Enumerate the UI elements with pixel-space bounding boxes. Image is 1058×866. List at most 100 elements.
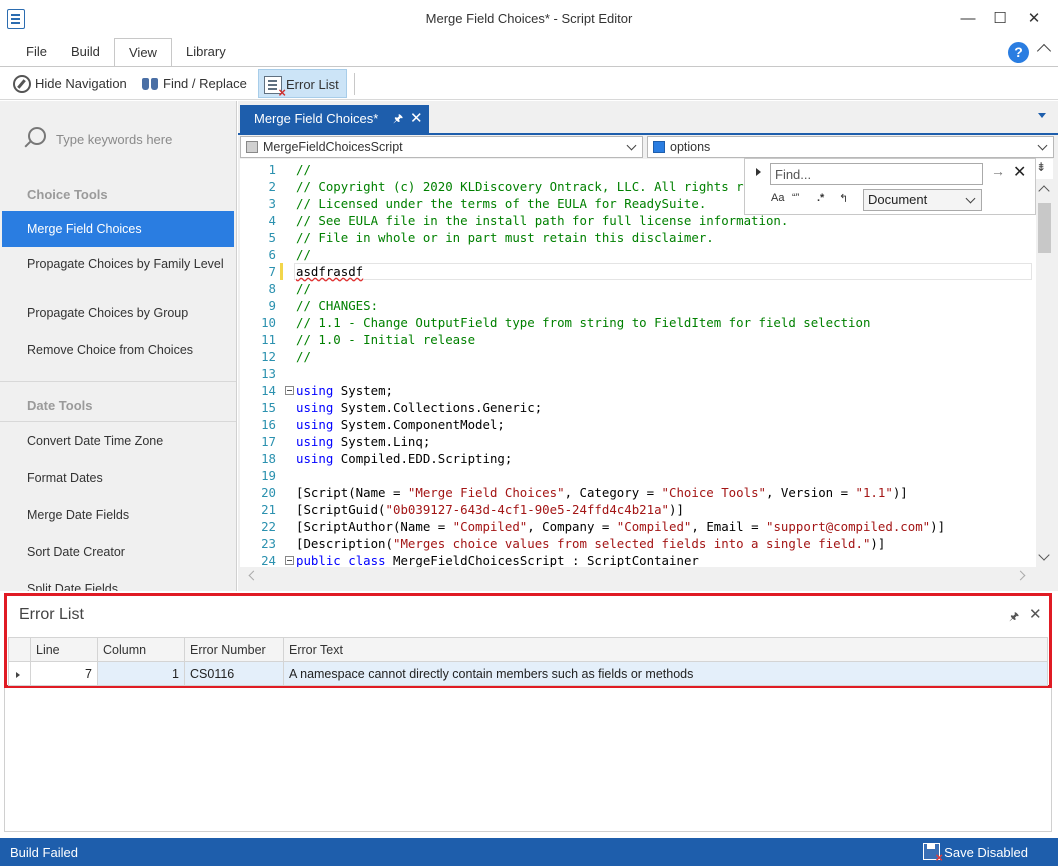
row-pointer-icon <box>16 671 20 678</box>
error-column-cell[interactable]: 1 <box>97 661 185 686</box>
menu-tab-file[interactable]: File <box>12 38 61 66</box>
sidebar-item-sort-date-creator[interactable]: Sort Date Creator <box>2 544 234 568</box>
title-bar: Merge Field Choices* - Script Editor — ☐… <box>0 0 1058 38</box>
find-replace-button[interactable]: Find / Replace <box>136 69 254 98</box>
code-text: using System.Collections.Generic; <box>296 399 542 416</box>
sidebar-item-remove-choice[interactable]: Remove Choice from Choices <box>2 342 234 366</box>
code-line[interactable]: 12 // <box>240 348 1030 365</box>
sidebar-item-merge-field-choices[interactable]: Merge Field Choices <box>2 211 234 247</box>
maximize-button[interactable]: ☐ <box>990 9 1010 29</box>
column-header-error-number[interactable]: Error Number <box>184 637 284 662</box>
code-line[interactable]: 18 using Compiled.EDD.Scripting; <box>240 450 1030 467</box>
in-selection-toggle[interactable]: ↰ <box>839 192 848 205</box>
error-table-header: Line Column Error Number Error Text <box>8 637 1048 662</box>
code-text: // <box>296 161 311 178</box>
code-line[interactable]: 9 // CHANGES: <box>240 297 1030 314</box>
table-row[interactable]: 7 1 CS0116 A namespace cannot directly c… <box>8 661 1048 686</box>
code-line[interactable]: 6 // <box>240 246 1030 263</box>
sidebar-item-merge-date-fields[interactable]: Merge Date Fields <box>2 507 234 531</box>
collapse-region-icon[interactable] <box>285 556 294 565</box>
code-line[interactable]: 22 [ScriptAuthor(Name = "Compiled", Compa… <box>240 518 1030 535</box>
whole-word-toggle[interactable]: “” <box>792 192 799 204</box>
document-tab[interactable]: Merge Field Choices* 🖈 ✕ <box>240 105 429 133</box>
code-line[interactable]: 21 [ScriptGuid("0b039127-643d-4cf1-90e5-2… <box>240 501 1030 518</box>
code-token: // <box>296 247 311 262</box>
status-bar: Build Failed Save Disabled <box>0 838 1058 866</box>
document-list-dropdown-icon[interactable] <box>1038 113 1046 118</box>
collapse-region-icon[interactable] <box>285 386 294 395</box>
close-panel-icon[interactable]: ✕ <box>1029 605 1042 623</box>
code-line[interactable]: 13 <box>240 365 1030 382</box>
code-line[interactable]: 23 [Description("Merges choice values fro… <box>240 535 1030 552</box>
menu-tab-library[interactable]: Library <box>172 38 240 66</box>
column-header-error-text[interactable]: Error Text <box>283 637 1048 662</box>
scroll-up-icon[interactable] <box>1038 185 1050 197</box>
minimize-button[interactable]: — <box>958 9 978 29</box>
code-text: // See EULA file in the install path for… <box>296 212 788 229</box>
error-number-cell[interactable]: CS0116 <box>184 661 284 686</box>
code-token: // <box>296 281 311 296</box>
scroll-down-icon[interactable] <box>1038 549 1050 561</box>
match-case-toggle[interactable]: Aa <box>771 192 784 204</box>
error-text-cell[interactable]: A namespace cannot directly contain memb… <box>283 661 1048 686</box>
sidebar-item-convert-date-time-zone[interactable]: Convert Date Time Zone <box>2 433 234 457</box>
code-line[interactable]: 11 // 1.0 - Initial release <box>240 331 1030 348</box>
member-combo[interactable]: options <box>647 136 1054 158</box>
scroll-right-icon[interactable] <box>1015 570 1026 581</box>
code-line[interactable]: 16 using System.ComponentModel; <box>240 416 1030 433</box>
close-window-button[interactable]: ✕ <box>1024 9 1044 29</box>
find-scope-select[interactable]: Document <box>863 189 982 211</box>
code-line[interactable]: 15 using System.Collections.Generic; <box>240 399 1030 416</box>
code-line[interactable]: 10 // 1.1 - Change OutputField type from … <box>240 314 1030 331</box>
pin-icon[interactable]: 🖈 <box>1009 608 1019 627</box>
sidebar-item-split-date-fields[interactable]: Split Date Fields <box>2 581 234 591</box>
code-token: using <box>296 400 334 415</box>
build-status: Build Failed <box>10 845 78 860</box>
regex-toggle[interactable]: .* <box>817 192 824 204</box>
code-line[interactable]: 8 // <box>240 280 1030 297</box>
code-line[interactable]: 7 asdfrasdf <box>240 263 1030 280</box>
class-combo[interactable]: MergeFieldChoicesScript <box>240 136 643 158</box>
error-line-cell[interactable]: 7 <box>30 661 98 686</box>
code-token: // Licensed under the terms of the EULA … <box>296 196 707 211</box>
code-line[interactable]: 17 using System.Linq; <box>240 433 1030 450</box>
menu-tab-view[interactable]: View <box>114 38 172 67</box>
navigation-sidebar: Choice Tools Merge Field Choices Propaga… <box>0 101 237 591</box>
horizontal-scrollbar[interactable] <box>240 567 1034 584</box>
code-line[interactable]: 19 <box>240 467 1030 484</box>
line-number: 15 <box>261 400 276 415</box>
column-header-column[interactable]: Column <box>97 637 185 662</box>
column-header-line[interactable]: Line <box>30 637 98 662</box>
member-icon <box>653 141 665 153</box>
error-list-icon <box>264 76 286 99</box>
close-tab-icon[interactable]: ✕ <box>410 105 423 133</box>
code-text: using System; <box>296 382 393 399</box>
collapse-ribbon-icon[interactable] <box>1036 43 1052 59</box>
code-line[interactable]: 20 [Script(Name = "Merge Field Choices", … <box>240 484 1030 501</box>
scroll-left-icon[interactable] <box>248 570 259 581</box>
search-input[interactable] <box>56 128 216 150</box>
pin-icon[interactable]: 🖈 <box>393 105 403 133</box>
find-input[interactable] <box>770 163 983 185</box>
scroll-thumb[interactable] <box>1038 203 1051 253</box>
vertical-scrollbar[interactable] <box>1036 179 1053 567</box>
sidebar-item-propagate-choices-family[interactable]: Propagate Choices by Family Level <box>2 256 234 292</box>
error-list-button[interactable]: Error List <box>258 69 347 99</box>
error-list-empty-area <box>4 688 1052 832</box>
expand-replace-icon[interactable] <box>756 168 761 176</box>
hide-navigation-button[interactable]: Hide Navigation <box>8 69 134 98</box>
close-find-icon[interactable]: ✕ <box>1013 162 1026 182</box>
code-line[interactable]: 24 public class MergeFieldChoicesScript :… <box>240 552 1030 567</box>
line-number: 12 <box>261 349 276 364</box>
code-line[interactable]: 14 using System; <box>240 382 1030 399</box>
menu-tab-build[interactable]: Build <box>57 38 114 66</box>
code-text: asdfrasdf <box>296 263 363 280</box>
sidebar-item-propagate-choices-group[interactable]: Propagate Choices by Group <box>2 305 234 329</box>
line-number: 20 <box>261 485 276 500</box>
help-icon[interactable]: ? <box>1008 42 1029 63</box>
find-next-icon[interactable]: → <box>991 163 1005 179</box>
sidebar-item-format-dates[interactable]: Format Dates <box>2 470 234 494</box>
split-editor-icon[interactable]: ⇟ <box>1036 160 1046 174</box>
code-editor[interactable]: 1 // 2 // Copyright (c) 2020 KLDiscovery On… <box>240 159 1053 567</box>
code-line[interactable]: 5 // File in whole or in part must retain… <box>240 229 1030 246</box>
